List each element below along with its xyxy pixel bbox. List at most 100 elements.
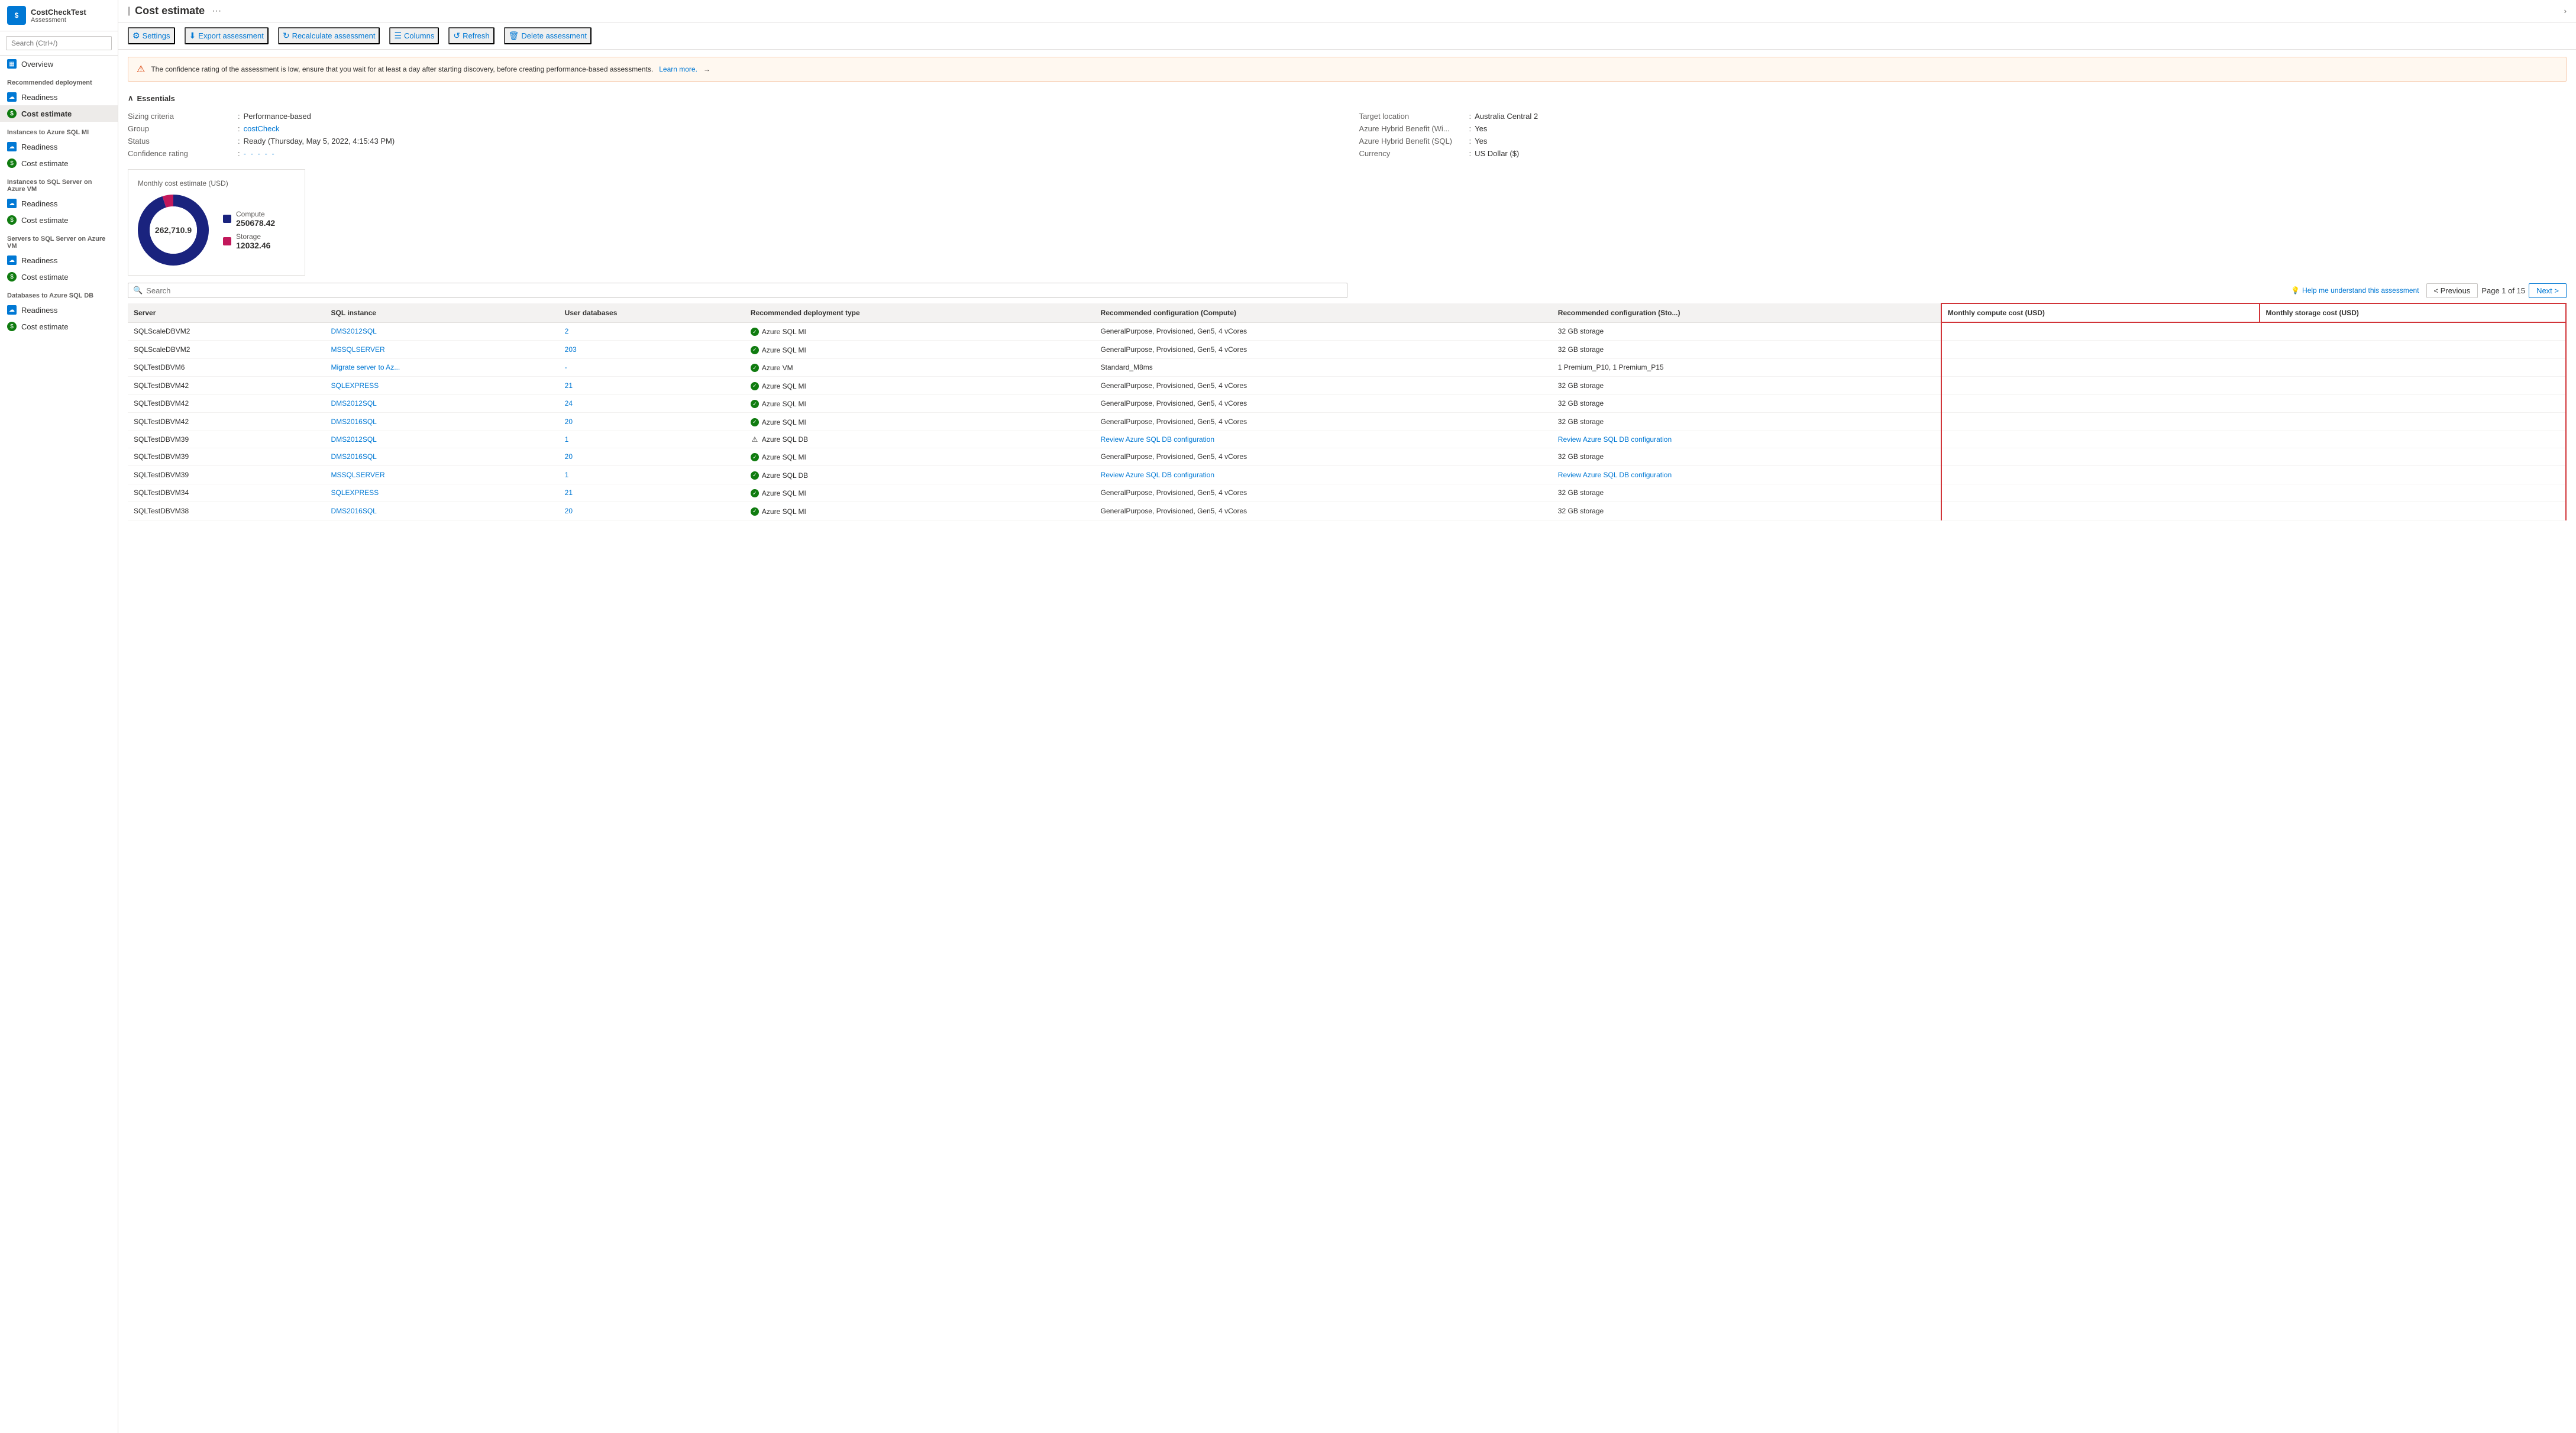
sidebar-item-overview[interactable]: ▦ Overview [0, 56, 118, 72]
essentials-grid: Sizing criteria : Performance-based Grou… [128, 108, 2567, 162]
essentials-header[interactable]: ∧ Essentials [128, 89, 2567, 108]
user-db-link[interactable]: 21 [565, 489, 573, 497]
config-compute-link[interactable]: Review Azure SQL DB configuration [1101, 435, 1214, 444]
cell-sql-instance: SQLEXPRESS [325, 484, 558, 502]
sidebar-item-sqlvm-readiness[interactable]: ☁ Readiness [0, 195, 118, 212]
readiness-icon-1: ☁ [7, 92, 17, 102]
sidebar-item-recommended-readiness[interactable]: ☁ Readiness [0, 89, 118, 105]
help-link[interactable]: 💡 Help me understand this assessment [2291, 286, 2419, 295]
sql-instance-link[interactable]: MSSQLSERVER [331, 471, 384, 479]
search-input[interactable] [6, 36, 112, 50]
next-button[interactable]: Next > [2529, 283, 2567, 298]
cell-server: SQLTestDBVM42 [128, 377, 325, 395]
sql-instance-link[interactable]: DMS2016SQL [331, 507, 376, 515]
cell-monthly-storage [2260, 341, 2566, 359]
sql-instance-link[interactable]: DMS2012SQL [331, 327, 376, 335]
section-title-recommended: Recommended deployment [0, 75, 118, 89]
cell-monthly-storage [2260, 413, 2566, 431]
deployment-status: ✓ Azure SQL MI [751, 418, 806, 426]
compute-color [223, 215, 231, 223]
sidebar-item-sqlmi-readiness[interactable]: ☁ Readiness [0, 138, 118, 155]
user-db-link[interactable]: 203 [565, 345, 577, 354]
user-db-link[interactable]: 24 [565, 399, 573, 407]
cell-deployment: ✓ Azure SQL MI [745, 377, 1095, 395]
chart-card: Monthly cost estimate (USD) 262,710.9 [128, 169, 305, 276]
collapse-button[interactable]: › [2564, 7, 2567, 15]
recalculate-icon: ↻ [283, 31, 290, 41]
cell-config-storage: 32 GB storage [1552, 502, 1941, 520]
status-label: Status [128, 137, 234, 145]
sql-instance-link[interactable]: SQLEXPRESS [331, 381, 379, 390]
deployment-status: ✓ Azure SQL MI [751, 382, 806, 390]
essentials-row-sizing: Sizing criteria : Performance-based [128, 110, 1336, 122]
cell-config-storage: 32 GB storage [1552, 341, 1941, 359]
columns-label: Columns [404, 31, 434, 40]
sql-instance-link[interactable]: DMS2012SQL [331, 399, 376, 407]
config-storage-link[interactable]: Review Azure SQL DB configuration [1558, 435, 1672, 444]
status-check-icon: ✓ [751, 364, 759, 372]
chart-section: Monthly cost estimate (USD) 262,710.9 [128, 169, 2567, 276]
user-db-link[interactable]: 1 [565, 471, 569, 479]
confidence-value[interactable]: - - - - - [244, 149, 276, 158]
user-db-link[interactable]: 21 [565, 381, 573, 390]
config-storage-link[interactable]: Review Azure SQL DB configuration [1558, 471, 1672, 479]
sql-instance-link[interactable]: SQLEXPRESS [331, 489, 379, 497]
delete-button[interactable]: 🗑 Delete assessment [504, 27, 592, 44]
user-db-link[interactable]: - [565, 363, 567, 371]
separator: | [128, 6, 130, 17]
deployment-status: ✓ Azure SQL MI [751, 400, 806, 408]
cell-monthly-storage [2260, 377, 2566, 395]
columns-button[interactable]: ☰ Columns [389, 27, 439, 44]
ahb-wi-label: Azure Hybrid Benefit (Wi... [1359, 124, 1466, 133]
main-content: | Cost estimate ··· › ⚙ Settings ⬇ Expor… [118, 0, 2576, 1433]
previous-button[interactable]: < Previous [2426, 283, 2478, 298]
export-button[interactable]: ⬇ Export assessment [185, 27, 269, 44]
sidebar-item-servervm-cost[interactable]: $ Cost estimate [0, 269, 118, 285]
recalculate-button[interactable]: ↻ Recalculate assessment [278, 27, 380, 44]
refresh-button[interactable]: ↺ Refresh [448, 27, 494, 44]
sql-instance-link[interactable]: Migrate server to Az... [331, 363, 400, 371]
sidebar-item-sqlmi-cost[interactable]: $ Cost estimate [0, 155, 118, 172]
sidebar-item-recommended-cost[interactable]: $ Cost estimate [0, 105, 118, 122]
deployment-type: Azure SQL MI [762, 418, 806, 426]
donut-chart: 262,710.9 [138, 195, 209, 266]
user-db-link[interactable]: 20 [565, 507, 573, 515]
settings-button[interactable]: ⚙ Settings [128, 27, 175, 44]
config-storage-text: 32 GB storage [1558, 327, 1604, 335]
group-value-link[interactable]: costCheck [244, 124, 280, 133]
cell-user-db: 20 [559, 448, 745, 466]
cell-config-compute: GeneralPurpose, Provisioned, Gen5, 4 vCo… [1095, 448, 1552, 466]
table-pagination-area: 💡 Help me understand this assessment < P… [2291, 283, 2567, 298]
cell-monthly-compute [1941, 394, 2260, 413]
sidebar-item-sqldb-cost[interactable]: $ Cost estimate [0, 318, 118, 335]
status-check-icon: ✓ [751, 382, 759, 390]
sql-instance-link[interactable]: DMS2016SQL [331, 418, 376, 426]
sql-instance-link[interactable]: DMS2016SQL [331, 452, 376, 461]
col-config-storage: Recommended configuration (Sto...) [1552, 303, 1941, 322]
config-compute-link[interactable]: Review Azure SQL DB configuration [1101, 471, 1214, 479]
user-db-link[interactable]: 20 [565, 452, 573, 461]
sidebar-item-sqlvm-cost[interactable]: $ Cost estimate [0, 212, 118, 228]
cell-sql-instance: MSSQLSERVER [325, 466, 558, 484]
sql-instance-link[interactable]: MSSQLSERVER [331, 345, 384, 354]
sidebar-search-container[interactable] [0, 31, 118, 56]
group-label: Group [128, 124, 234, 133]
user-db-link[interactable]: 20 [565, 418, 573, 426]
table-search-input[interactable] [146, 286, 1342, 295]
config-compute-text: GeneralPurpose, Provisioned, Gen5, 4 vCo… [1101, 345, 1247, 354]
table-search-container[interactable]: 🔍 [128, 283, 1347, 298]
user-db-link[interactable]: 1 [565, 435, 569, 444]
sidebar-item-sqldb-readiness[interactable]: ☁ Readiness [0, 302, 118, 318]
sql-instance-link[interactable]: DMS2012SQL [331, 435, 376, 444]
banner-link[interactable]: Learn more. [659, 65, 697, 73]
compute-info: Compute 250678.42 [236, 210, 275, 228]
cell-monthly-storage [2260, 502, 2566, 520]
cost-label-3: Cost estimate [21, 216, 68, 225]
cell-deployment: ✓ Azure SQL MI [745, 322, 1095, 341]
cell-server: SQLTestDBVM6 [128, 358, 325, 377]
user-db-link[interactable]: 2 [565, 327, 569, 335]
more-options-dots[interactable]: ··· [212, 6, 221, 17]
cell-deployment: ✓ Azure SQL MI [745, 448, 1095, 466]
sidebar-item-servervm-readiness[interactable]: ☁ Readiness [0, 252, 118, 269]
delete-icon: 🗑 [509, 31, 519, 41]
